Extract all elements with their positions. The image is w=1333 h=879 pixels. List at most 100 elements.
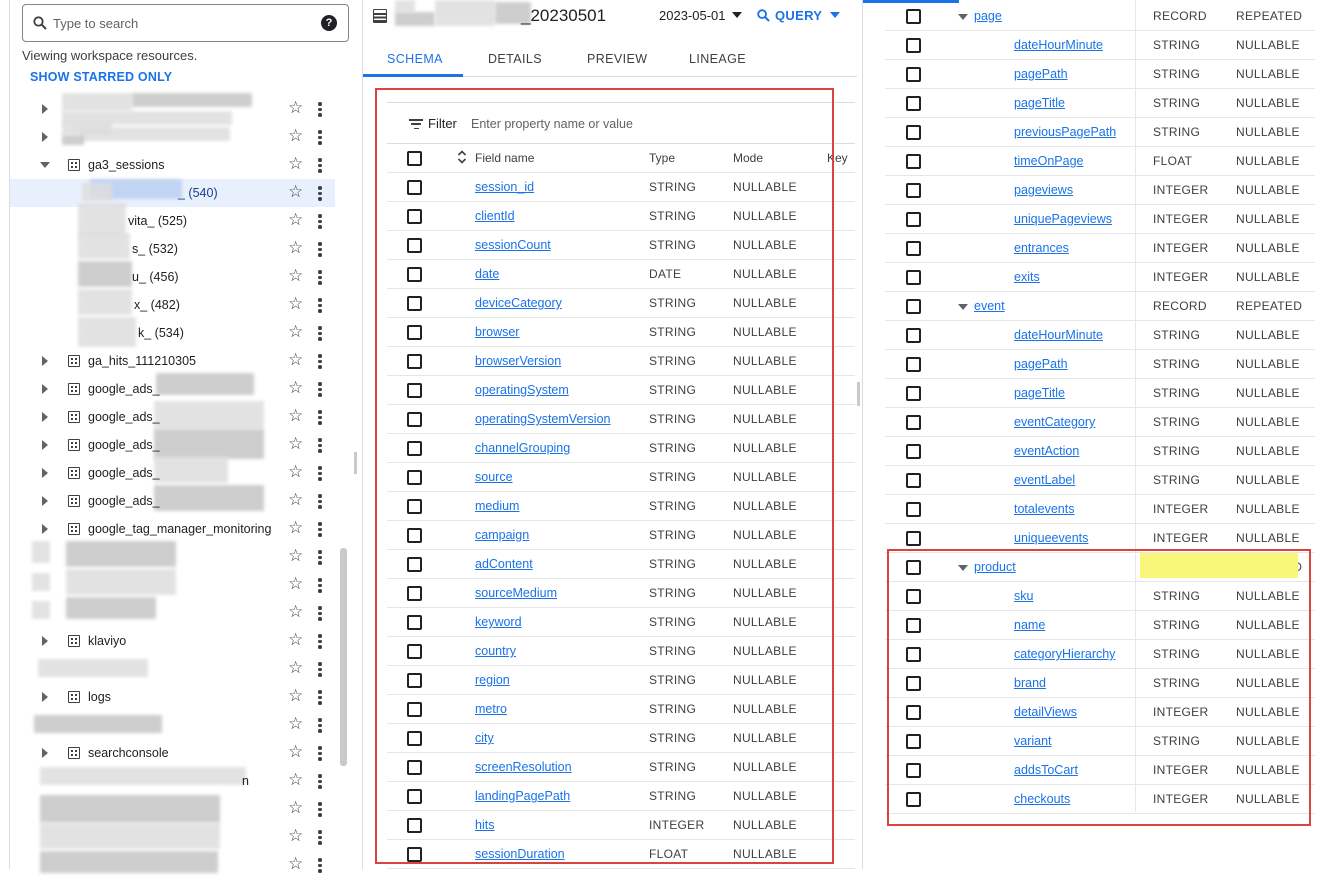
row-checkbox[interactable] <box>906 386 921 401</box>
more-options-icon[interactable] <box>318 410 322 426</box>
field-name-link[interactable]: previousPagePath <box>1014 125 1116 139</box>
row-checkbox[interactable] <box>906 328 921 343</box>
collapse-arrow-icon[interactable] <box>958 14 968 20</box>
field-name-link[interactable]: pageviews <box>1014 183 1073 197</box>
tree-item[interactable]: x_ (482) ☆ <box>10 289 335 319</box>
tab-details[interactable]: DETAILS <box>488 52 542 66</box>
tree-item[interactable]: ☆ <box>10 597 335 627</box>
help-icon[interactable]: ? <box>321 15 337 31</box>
more-options-icon[interactable] <box>318 774 322 790</box>
more-options-icon[interactable] <box>318 382 322 398</box>
explorer-scrollbar[interactable] <box>340 548 347 766</box>
tree-item[interactable]: ☆ <box>10 541 335 571</box>
star-icon[interactable]: ☆ <box>288 211 303 229</box>
more-options-icon[interactable] <box>318 550 322 566</box>
row-checkbox[interactable] <box>906 125 921 140</box>
star-icon[interactable]: ☆ <box>288 323 303 341</box>
more-options-icon[interactable] <box>318 186 322 202</box>
star-icon[interactable]: ☆ <box>288 155 303 173</box>
tab-schema[interactable]: SCHEMA <box>387 52 443 66</box>
tree-item[interactable]: vita_ (525) ☆ <box>10 203 335 237</box>
expand-arrow-right-icon[interactable] <box>42 636 48 646</box>
row-checkbox[interactable] <box>906 299 921 314</box>
row-checkbox[interactable] <box>906 241 921 256</box>
field-name-link[interactable]: dateHourMinute <box>1014 38 1103 52</box>
field-name-link[interactable]: entrances <box>1014 241 1069 255</box>
row-checkbox[interactable] <box>906 154 921 169</box>
tree-item[interactable]: n ☆ <box>10 767 335 795</box>
tree-item[interactable]: google_ads_ ☆ <box>10 485 335 515</box>
collapse-arrow-icon[interactable] <box>958 304 968 310</box>
field-name-link[interactable]: uniquePageviews <box>1014 212 1112 226</box>
row-checkbox[interactable] <box>906 96 921 111</box>
more-options-icon[interactable] <box>318 158 322 174</box>
tree-item[interactable]: ga3_sessions ☆ <box>10 151 335 179</box>
expand-arrow-right-icon[interactable] <box>42 412 48 422</box>
row-checkbox[interactable] <box>906 473 921 488</box>
partition-date-dropdown[interactable]: 2023-05-01 <box>659 8 742 23</box>
row-checkbox[interactable] <box>906 357 921 372</box>
row-checkbox[interactable] <box>906 502 921 517</box>
tree-item[interactable]: searchconsole ☆ <box>10 739 335 767</box>
more-options-icon[interactable] <box>318 354 322 370</box>
more-options-icon[interactable] <box>318 690 322 706</box>
tree-item[interactable]: logs ☆ <box>10 683 335 711</box>
tree-item[interactable]: ☆ <box>10 121 335 151</box>
tree-item-selected[interactable]: _ (540) ☆ <box>10 179 335 207</box>
tree-item[interactable]: google_ads_ ☆ <box>10 401 335 431</box>
more-options-icon[interactable] <box>318 802 322 818</box>
star-icon[interactable]: ☆ <box>288 575 303 593</box>
expand-arrow-right-icon[interactable] <box>42 692 48 702</box>
star-icon[interactable]: ☆ <box>288 463 303 481</box>
more-options-icon[interactable] <box>318 578 322 594</box>
tab-lineage[interactable]: LINEAGE <box>689 52 746 66</box>
field-name-link[interactable]: pagePath <box>1014 67 1068 81</box>
more-options-icon[interactable] <box>318 606 322 622</box>
tree-item[interactable]: ☆ <box>10 823 335 851</box>
panel-resize-handle[interactable] <box>857 382 860 406</box>
tree-item[interactable]: ☆ <box>10 569 335 599</box>
expand-arrow-right-icon[interactable] <box>42 356 48 366</box>
more-options-icon[interactable] <box>318 214 322 230</box>
tree-item[interactable]: k_ (534) ☆ <box>10 317 335 347</box>
row-checkbox[interactable] <box>906 9 921 24</box>
tree-item[interactable]: ☆ <box>10 93 335 125</box>
tree-item[interactable]: klaviyo ☆ <box>10 627 335 655</box>
field-name-link[interactable]: event <box>974 299 1005 313</box>
star-icon[interactable]: ☆ <box>288 547 303 565</box>
star-icon[interactable]: ☆ <box>288 603 303 621</box>
more-options-icon[interactable] <box>318 718 322 734</box>
tree-item[interactable]: u_ (456) ☆ <box>10 261 335 291</box>
field-name-link[interactable]: exits <box>1014 270 1040 284</box>
star-icon[interactable]: ☆ <box>288 715 303 733</box>
star-icon[interactable]: ☆ <box>288 659 303 677</box>
tree-item[interactable]: ☆ <box>10 655 335 683</box>
star-icon[interactable]: ☆ <box>288 799 303 817</box>
show-starred-only-button[interactable]: SHOW STARRED ONLY <box>30 70 172 84</box>
more-options-icon[interactable] <box>318 522 322 538</box>
star-icon[interactable]: ☆ <box>288 267 303 285</box>
more-options-icon[interactable] <box>318 830 322 846</box>
tree-item[interactable]: google_ads_ ☆ <box>10 429 335 459</box>
tab-preview[interactable]: PREVIEW <box>587 52 647 66</box>
star-icon[interactable]: ☆ <box>288 127 303 145</box>
expand-arrow-right-icon[interactable] <box>42 468 48 478</box>
resource-search-box[interactable]: ? <box>22 4 349 42</box>
query-button[interactable]: QUERY <box>757 8 841 23</box>
expand-arrow-right-icon[interactable] <box>42 524 48 534</box>
tree-item[interactable]: s_ (532) ☆ <box>10 233 335 263</box>
more-options-icon[interactable] <box>318 746 322 762</box>
row-checkbox[interactable] <box>906 444 921 459</box>
field-name-link[interactable]: eventCategory <box>1014 415 1095 429</box>
star-icon[interactable]: ☆ <box>288 435 303 453</box>
tree-item[interactable]: ☆ <box>10 851 335 879</box>
star-icon[interactable]: ☆ <box>288 351 303 369</box>
more-options-icon[interactable] <box>318 130 322 146</box>
star-icon[interactable]: ☆ <box>288 771 303 789</box>
more-options-icon[interactable] <box>318 298 322 314</box>
tree-item[interactable]: google_ads_ ☆ <box>10 373 335 403</box>
field-name-link[interactable]: pageTitle <box>1014 96 1065 110</box>
star-icon[interactable]: ☆ <box>288 631 303 649</box>
row-checkbox[interactable] <box>906 183 921 198</box>
row-checkbox[interactable] <box>906 38 921 53</box>
